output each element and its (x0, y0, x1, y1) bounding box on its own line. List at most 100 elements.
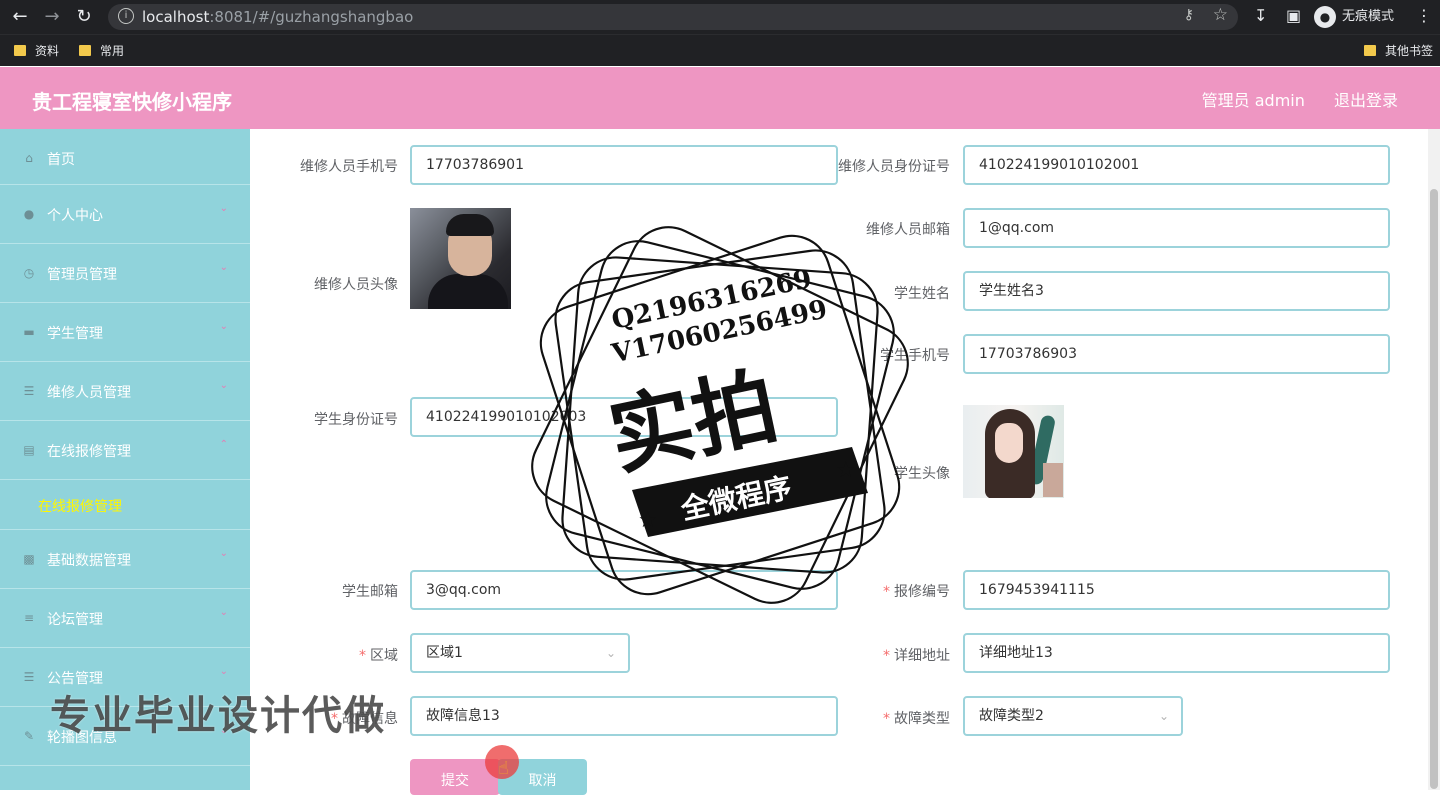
avatar-inset (1043, 463, 1063, 497)
star-icon: ★ (638, 508, 658, 533)
fault-type-select[interactable]: 故障类型2 ⌄ (963, 696, 1183, 736)
bookmark-folder-other[interactable]: 其他书签 (1364, 42, 1433, 59)
site-info-icon[interactable]: i (118, 8, 134, 24)
home-icon: ⌂ (25, 151, 33, 165)
bookmark-label: 其他书签 (1385, 44, 1434, 58)
side-panel-icon[interactable]: ▣ (1286, 6, 1301, 25)
admin-user-label: 管理员 admin (1201, 91, 1305, 110)
student-email-label: 学生邮箱 (342, 584, 398, 600)
incognito-icon: ● (1314, 5, 1336, 28)
repair-phone-label: 维修人员手机号 (300, 159, 398, 175)
repair-avatar-image[interactable] (410, 208, 511, 309)
chevron-down-icon: ⌄ (219, 607, 228, 618)
sidebar-subitem-online-repair[interactable]: 在线报修管理 (0, 480, 250, 530)
browser-toolbar: ← → ↻ i localhost:8081/#/guzhangshangbao… (0, 0, 1440, 34)
sidebar-item-label: 管理员管理 (47, 267, 117, 283)
page-scrollbar[interactable] (1428, 129, 1440, 790)
sidebar-item-label: 个人中心 (47, 208, 103, 224)
reload-icon[interactable]: ↻ (72, 5, 96, 29)
sidebar-item-forum[interactable]: ≡ 论坛管理 ⌄ (0, 589, 250, 648)
sidebar-item-student-management[interactable]: ▬ 学生管理 ⌄ (0, 303, 250, 362)
edit-icon: ✎ (23, 729, 35, 743)
chevron-down-icon: ⌄ (219, 548, 228, 559)
scrollbar-thumb[interactable] (1430, 189, 1438, 789)
sidebar-item-label: 首页 (47, 152, 75, 168)
folder-icon (1364, 45, 1376, 56)
watermark-bottom-text: 专业毕业设计代做 (50, 693, 386, 739)
forward-icon[interactable]: → (40, 5, 64, 29)
sidebar-item-label: 基础数据管理 (47, 553, 131, 569)
bookmark-star-icon[interactable]: ☆ (1213, 5, 1228, 25)
repair-phone-field[interactable]: 17703786901 (410, 145, 838, 185)
key-icon[interactable]: ⚷ (1184, 7, 1194, 23)
card-icon: ▤ (23, 443, 35, 457)
sidebar-item-home[interactable]: ⌂ 首页 (0, 129, 250, 185)
sidebar-item-label: 在线报修管理 (47, 444, 131, 460)
address-label-text: 详细地址 (894, 648, 950, 664)
student-phone-field[interactable]: 17703786903 (963, 334, 1390, 374)
star-icon: ★ (836, 458, 856, 483)
list-icon: ☰ (23, 384, 35, 398)
sidebar-item-repairer-management[interactable]: ☰ 维修人员管理 ⌄ (0, 362, 250, 421)
student-avatar-image[interactable] (963, 405, 1064, 498)
url-path: :8081/#/guzhangshangbao (209, 8, 414, 26)
download-icon[interactable]: ↧ (1254, 6, 1267, 25)
bookmarks-bar: 资料 常用 其他书签 (0, 34, 1440, 66)
sidebar-item-basic-data[interactable]: ▩ 基础数据管理 ⌄ (0, 530, 250, 589)
region-label: * 区域 (270, 645, 398, 665)
region-label-text: 区域 (370, 648, 398, 664)
fault-info-field[interactable]: 故障信息13 (410, 696, 838, 736)
logout-button[interactable]: 退出登录 (1334, 91, 1398, 110)
sliders-icon: ≡ (23, 611, 35, 625)
sidebar-item-online-repair[interactable]: ▤ 在线报修管理 ⌃ (0, 421, 250, 480)
sidebar-item-label: 学生管理 (47, 326, 103, 342)
address-bar[interactable]: i localhost:8081/#/guzhangshangbao ⚷ ☆ (108, 4, 1238, 30)
bookmark-label: 资料 (35, 44, 60, 58)
hand-cursor-icon: ☝ (498, 758, 509, 779)
address-label: * 详细地址 (822, 645, 950, 665)
user-icon: ● (23, 207, 35, 221)
avatar-body (428, 274, 508, 309)
repair-email-field[interactable]: 1@qq.com (963, 208, 1390, 248)
monitor-icon: ▬ (23, 325, 35, 339)
fault-type-value: 故障类型2 (979, 708, 1044, 724)
region-value: 区域1 (426, 645, 463, 661)
bookmark-folder-changyong[interactable]: 常用 (79, 42, 124, 59)
sidebar-item-admin-management[interactable]: ◷ 管理员管理 ⌄ (0, 244, 250, 303)
required-mark: * (883, 648, 890, 664)
chevron-down-icon: ⌄ (219, 380, 228, 391)
address-field[interactable]: 详细地址13 (963, 633, 1390, 673)
sidebar-item-label: 论坛管理 (47, 612, 103, 628)
url-text[interactable]: localhost:8081/#/guzhangshangbao (142, 8, 413, 26)
menu-icon[interactable]: ⋮ (1416, 6, 1432, 25)
app-title: 贵工程寝室快修小程序 (32, 90, 232, 114)
required-mark: * (883, 711, 890, 727)
folder-icon (14, 45, 26, 56)
chevron-down-icon: ⌄ (1158, 709, 1169, 723)
folder-icon (79, 45, 91, 56)
chevron-down-icon: ⌄ (219, 203, 228, 214)
fault-type-label: * 故障类型 (822, 708, 950, 728)
list-icon: ☰ (23, 670, 35, 684)
sidebar-item-label: 维修人员管理 (47, 385, 131, 401)
chevron-down-icon: ⌄ (219, 321, 228, 332)
repair-id-field[interactable]: 410224199010102001 (963, 145, 1390, 185)
incognito-indicator[interactable]: ● 无痕模式 (1314, 5, 1394, 29)
avatar-hair (446, 214, 494, 236)
student-name-field[interactable]: 学生姓名3 (963, 271, 1390, 311)
app-header: 贵工程寝室快修小程序 管理员 admin 退出登录 (0, 67, 1440, 129)
avatar-face (995, 423, 1023, 463)
sidebar-item-personal-center[interactable]: ● 个人中心 ⌄ (0, 185, 250, 244)
back-icon[interactable]: ← (8, 5, 32, 29)
bookmark-folder-ziliao[interactable]: 资料 (14, 42, 59, 59)
briefcase-icon: ▩ (23, 552, 35, 566)
clock-icon: ◷ (23, 266, 35, 280)
header-user-area: 管理员 admin 退出登录 (1178, 87, 1398, 111)
required-mark: * (359, 648, 366, 664)
sidebar-subitem-label: 在线报修管理 (38, 499, 122, 515)
region-select[interactable]: 区域1 ⌄ (410, 633, 630, 673)
watermark-stamp: ★ ★ Q2196316269 V17060256499 实拍 全微程序 (520, 215, 920, 615)
bookmark-label: 常用 (100, 44, 125, 58)
fault-type-label-text: 故障类型 (894, 711, 950, 727)
repair-no-field[interactable]: 1679453941115 (963, 570, 1390, 610)
